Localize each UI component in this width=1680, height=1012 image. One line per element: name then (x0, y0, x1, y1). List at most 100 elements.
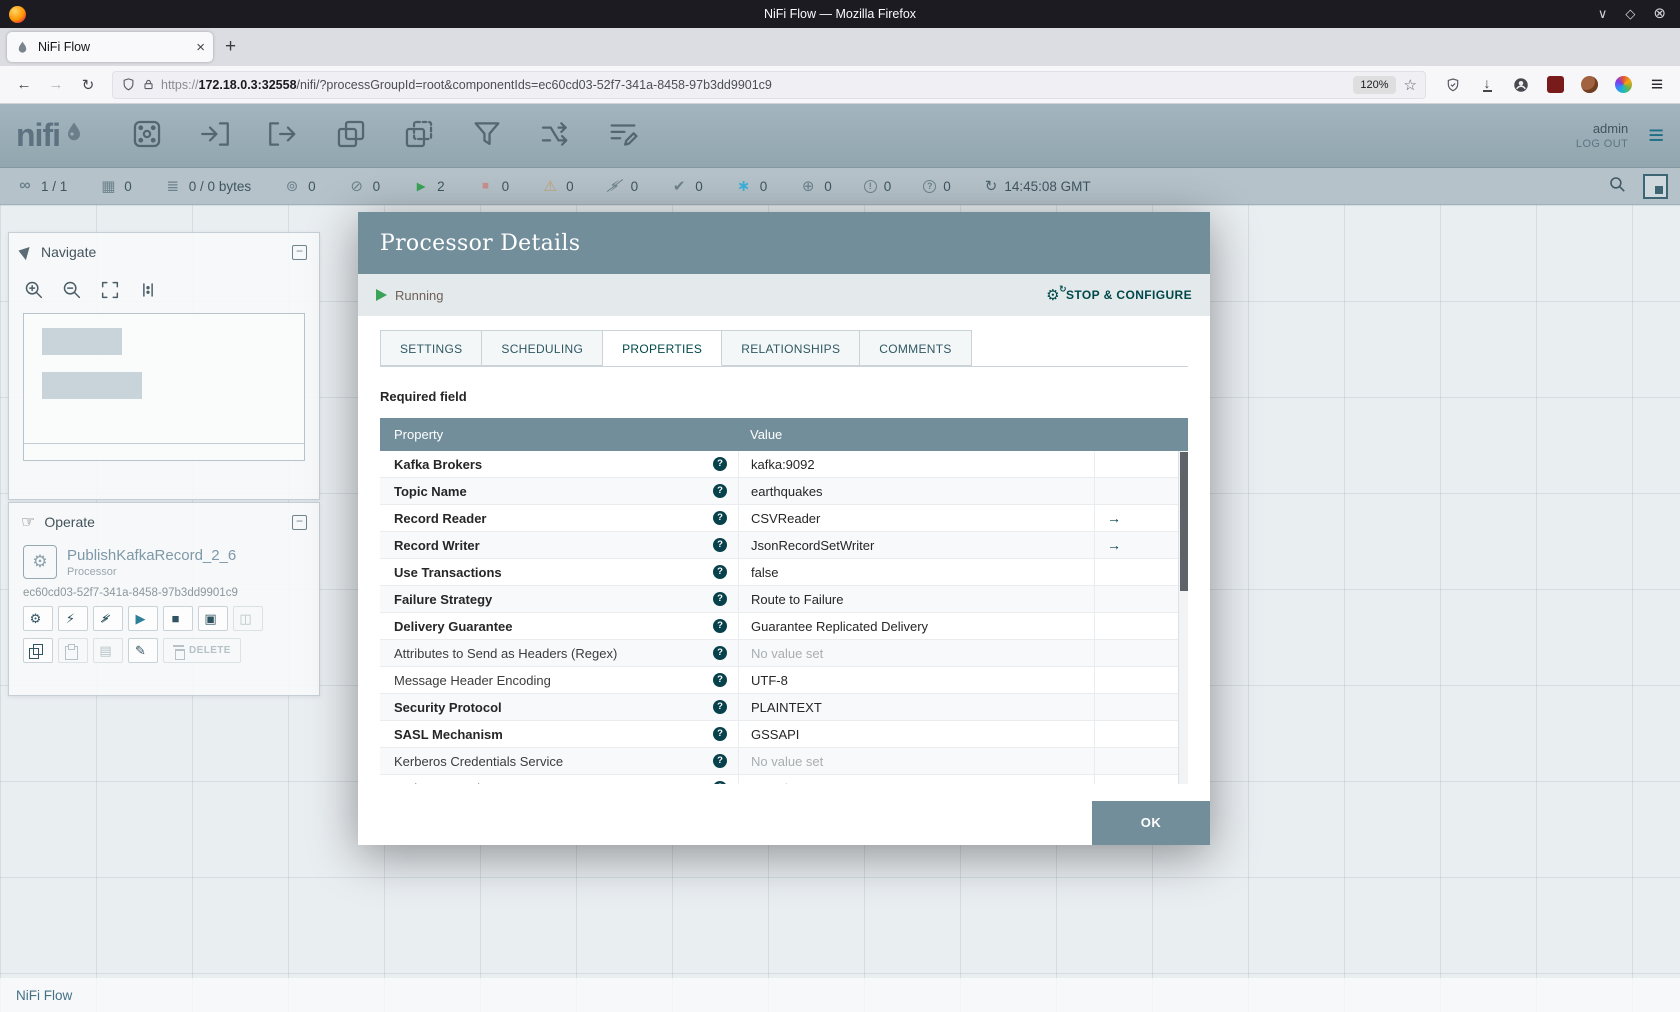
property-row[interactable]: Security Protocol PLAINTEXT (380, 694, 1188, 721)
dialog-tab[interactable]: SCHEDULING (482, 330, 604, 366)
value-cell[interactable]: GSSAPI (738, 721, 1094, 747)
value-cell[interactable]: JsonRecordSetWriter (738, 532, 1094, 558)
operate-button[interactable]: ⚙ (23, 606, 53, 631)
help-icon[interactable] (713, 754, 727, 768)
component-toolbar-button[interactable] (328, 113, 374, 159)
dialog-tab[interactable]: COMMENTS (860, 330, 972, 366)
zoom-indicator[interactable]: 120% (1353, 75, 1396, 94)
browser-tab[interactable]: NiFi Flow (7, 32, 213, 62)
component-toolbar-button[interactable] (192, 113, 238, 159)
stop-and-configure-button[interactable]: STOP & CONFIGURE (1046, 282, 1192, 303)
property-row[interactable]: SASL Mechanism GSSAPI (380, 721, 1188, 748)
operate-button[interactable]: ⚡ (93, 606, 123, 631)
lock-icon[interactable] (142, 78, 155, 91)
value-cell[interactable]: No value set (738, 775, 1094, 784)
help-icon[interactable] (713, 511, 727, 525)
property-row[interactable]: Delivery Guarantee Guarantee Replicated … (380, 613, 1188, 640)
property-row[interactable]: Kafka Brokers kafka:9092 (380, 451, 1188, 478)
breadcrumb-root[interactable]: NiFi Flow (16, 988, 72, 1003)
goto-service-icon[interactable] (1107, 510, 1121, 526)
tracking-shield-icon[interactable] (121, 77, 136, 92)
value-cell[interactable]: No value set (738, 748, 1094, 774)
help-icon[interactable] (713, 727, 727, 741)
menu-icon[interactable] (1644, 72, 1670, 98)
operate-button[interactable]: ✎ (128, 638, 158, 663)
component-toolbar-button[interactable] (260, 113, 306, 159)
operate-button[interactable]: ▶ (128, 606, 158, 631)
value-cell[interactable]: false (738, 559, 1094, 585)
property-row[interactable]: Failure Strategy Route to Failure (380, 586, 1188, 613)
component-toolbar-button[interactable] (464, 113, 510, 159)
operate-button[interactable]: ▣ (198, 606, 228, 631)
new-tab-button[interactable] (225, 36, 236, 58)
logout-link[interactable]: LOG OUT (1576, 138, 1628, 150)
url-bar[interactable]: https://172.18.0.3:32558/nifi/?processGr… (112, 70, 1426, 99)
property-row[interactable]: Kerberos Credentials Service No value se… (380, 748, 1188, 775)
zoom-actual-icon[interactable] (137, 279, 159, 301)
help-icon[interactable] (713, 592, 727, 606)
pinwheel-extension-icon[interactable] (1610, 72, 1636, 98)
help-icon[interactable] (713, 457, 727, 471)
value-cell[interactable]: earthquakes (738, 478, 1094, 504)
property-row[interactable]: Message Header Encoding UTF-8 (380, 667, 1188, 694)
dialog-tab[interactable]: PROPERTIES (603, 330, 723, 366)
component-toolbar-button[interactable] (124, 113, 170, 159)
ok-button[interactable]: OK (1092, 801, 1210, 845)
zoom-in-icon[interactable] (23, 279, 45, 301)
value-cell[interactable]: CSVReader (738, 505, 1094, 531)
property-row[interactable]: Topic Name earthquakes (380, 478, 1188, 505)
minimize-icon[interactable] (1598, 0, 1608, 28)
value-cell[interactable]: UTF-8 (738, 667, 1094, 693)
operate-button[interactable]: ▤ (93, 638, 123, 663)
downloads-icon[interactable]: ↓ (1474, 72, 1500, 98)
value-cell[interactable]: PLAINTEXT (738, 694, 1094, 720)
zoom-out-icon[interactable] (61, 279, 83, 301)
help-icon[interactable] (713, 700, 727, 714)
collapse-operate-button[interactable] (292, 514, 307, 530)
tab-close-icon[interactable] (196, 39, 205, 56)
component-toolbar-button[interactable] (532, 113, 578, 159)
collapse-navigate-button[interactable] (292, 244, 307, 260)
operate-button[interactable]: DELETE (163, 638, 241, 663)
help-icon[interactable] (713, 781, 727, 784)
global-menu-icon[interactable] (1648, 120, 1664, 151)
goto-service-icon[interactable] (1107, 537, 1121, 553)
close-icon[interactable] (1653, 0, 1666, 28)
operate-button[interactable] (58, 638, 88, 663)
zoom-fit-icon[interactable] (99, 279, 121, 301)
component-toolbar-button[interactable] (600, 113, 646, 159)
avatar-extension-icon[interactable] (1576, 72, 1602, 98)
operate-button[interactable]: ⚡ (58, 606, 88, 631)
help-icon[interactable] (713, 565, 727, 579)
ublock-extension-icon[interactable] (1542, 72, 1568, 98)
property-row[interactable]: Attributes to Send as Headers (Regex) No… (380, 640, 1188, 667)
pocket-shield-icon[interactable] (1440, 72, 1466, 98)
operate-button[interactable]: ■ (163, 606, 193, 631)
value-cell[interactable]: No value set (738, 640, 1094, 666)
help-icon[interactable] (713, 619, 727, 633)
forward-button[interactable] (42, 71, 70, 99)
dialog-tab[interactable]: SETTINGS (380, 330, 483, 366)
reload-button[interactable] (74, 71, 102, 99)
property-row[interactable]: Record Reader CSVReader (380, 505, 1188, 532)
maximize-icon[interactable] (1625, 0, 1635, 28)
property-row[interactable]: Record Writer JsonRecordSetWriter (380, 532, 1188, 559)
help-icon[interactable] (713, 673, 727, 687)
back-button[interactable] (10, 71, 38, 99)
panel-toggle-button[interactable] (1643, 173, 1668, 199)
scrollbar-thumb[interactable] (1180, 452, 1188, 591)
help-icon[interactable] (713, 484, 727, 498)
value-cell[interactable]: Route to Failure (738, 586, 1094, 612)
component-toolbar-button[interactable] (396, 113, 442, 159)
refresh-icon[interactable] (985, 177, 998, 195)
property-row[interactable]: Use Transactions false (380, 559, 1188, 586)
help-icon[interactable] (713, 646, 727, 660)
operate-button[interactable]: ◫ (233, 606, 263, 631)
help-icon[interactable] (713, 538, 727, 552)
bookmark-star-icon[interactable] (1404, 76, 1417, 94)
account-icon[interactable] (1508, 72, 1534, 98)
search-icon[interactable] (1608, 175, 1627, 197)
dialog-tab[interactable]: RELATIONSHIPS (722, 330, 861, 366)
value-cell[interactable]: Guarantee Replicated Delivery (738, 613, 1094, 639)
property-row[interactable]: Kerberos Service Name No value set (380, 775, 1188, 784)
